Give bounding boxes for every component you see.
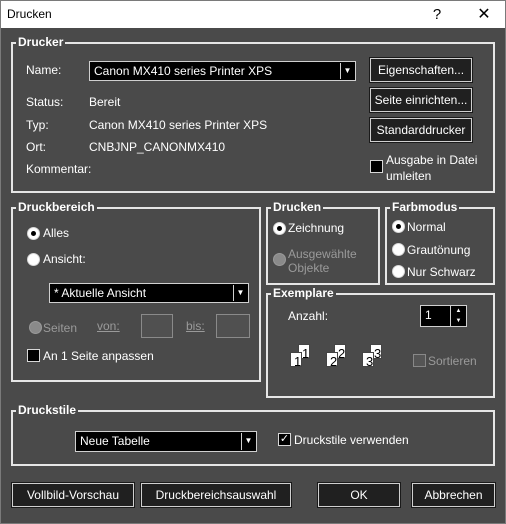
printer-group-legend: Drucker [16,35,66,49]
title-bar: Drucken ? ✕ [0,0,506,28]
print-range-legend: Druckbereich [16,200,97,214]
range-view-radio[interactable] [27,253,40,266]
copies-count-stepper[interactable]: 1 ▲ ▼ [420,305,467,327]
chevron-down-icon[interactable]: ▼ [340,63,354,79]
collate-label[interactable]: Sortieren [428,354,477,368]
stepper-buttons[interactable]: ▲ ▼ [450,306,466,326]
drawing-label[interactable]: Zeichnung [288,221,344,235]
ok-button[interactable]: OK [317,482,401,508]
plot-style-select[interactable]: Neue Tabelle ▼ [75,431,257,452]
range-pages-radio[interactable] [29,321,42,334]
printer-name-label: Name: [26,63,62,77]
help-button[interactable]: ? [414,1,460,29]
location-label: Ort: [26,140,46,154]
black-only-radio[interactable] [392,265,405,278]
fit-to-page-label[interactable]: An 1 Seite anpassen [43,349,154,363]
print-to-file-label-line1[interactable]: Ausgabe in Datei [386,153,477,167]
chevron-down-icon[interactable]: ▼ [451,316,466,326]
print-to-file-label-line2[interactable]: umleiten [386,169,431,183]
location-value: CNBJNP_CANONMX410 [89,140,226,154]
printer-name-select[interactable]: Canon MX410 series Printer XPS ▼ [89,61,356,81]
page-icon-2a: 2 [326,352,338,369]
copies-count-value: 1 [425,308,432,322]
chevron-up-icon[interactable]: ▲ [451,306,466,316]
print-area-button[interactable]: Druckbereichsauswahl [140,482,292,508]
properties-button[interactable]: Eigenschaften... [369,57,473,83]
print-to-file-checkbox[interactable] [370,160,383,173]
range-all-label[interactable]: Alles [43,226,69,240]
page-number: 3 [366,354,374,369]
grayscale-label[interactable]: Grautönung [407,243,470,257]
page-number: 1 [302,346,310,361]
close-button[interactable]: ✕ [461,1,506,29]
use-plot-styles-label[interactable]: Druckstile verwenden [294,433,409,447]
page-setup-button[interactable]: Seite einrichten... [369,87,473,113]
to-input[interactable] [216,314,250,338]
page-number: 2 [338,346,346,361]
page-number: 1 [294,354,302,369]
printer-name-value: Canon MX410 series Printer XPS [94,64,273,78]
comment-label: Kommentar: [26,162,92,176]
window-title: Drucken [7,7,52,21]
from-label: von: [97,319,120,333]
fit-to-page-checkbox[interactable] [27,349,40,362]
grayscale-radio[interactable] [392,243,405,256]
range-view-label[interactable]: Ansicht: [43,252,86,266]
chevron-down-icon[interactable]: ▼ [241,433,255,450]
view-select-value: * Aktuelle Ansicht [54,286,147,300]
type-label: Typ: [26,118,49,132]
full-preview-button[interactable]: Vollbild-Vorschau [11,482,135,508]
page-number: 2 [330,354,338,369]
selected-objects-radio[interactable] [273,253,286,266]
normal-label[interactable]: Normal [407,220,446,234]
print-mode-legend: Drucken [271,200,324,214]
collate-checkbox[interactable] [413,354,426,367]
page-icon-3a: 3 [362,352,374,369]
selected-objects-label-line1[interactable]: Ausgewählte [288,247,357,261]
default-printer-button[interactable]: Standarddrucker [369,117,473,143]
to-label: bis: [186,319,205,333]
from-input[interactable] [141,314,173,338]
page-number: 3 [374,346,382,361]
view-select[interactable]: * Aktuelle Ansicht ▼ [49,283,249,303]
black-only-label[interactable]: Nur Schwarz [407,265,476,279]
use-plot-styles-checkbox[interactable]: ✓ [278,433,291,446]
status-label: Status: [26,95,64,109]
type-value: Canon MX410 series Printer XPS [89,118,268,132]
range-all-radio[interactable] [27,227,40,240]
page-icon-1a: 1 [290,352,302,369]
plot-style-value: Neue Tabelle [80,434,150,448]
selected-objects-label-line2[interactable]: Objekte [288,261,329,275]
copies-count-label: Anzahl: [288,309,329,323]
plot-styles-legend: Druckstile [16,403,79,417]
window-border-left [0,28,1,524]
normal-radio[interactable] [392,220,405,233]
color-mode-legend: Farbmodus [390,200,460,214]
chevron-down-icon[interactable]: ▼ [233,285,247,301]
drawing-radio[interactable] [273,222,286,235]
cancel-button[interactable]: Abbrechen [411,482,496,508]
copies-legend: Exemplare [271,286,336,300]
collate-pages-icon: 1 1 2 2 3 3 [288,340,398,374]
range-pages-label[interactable]: Seiten [43,321,77,335]
status-value: Bereit [89,95,121,109]
